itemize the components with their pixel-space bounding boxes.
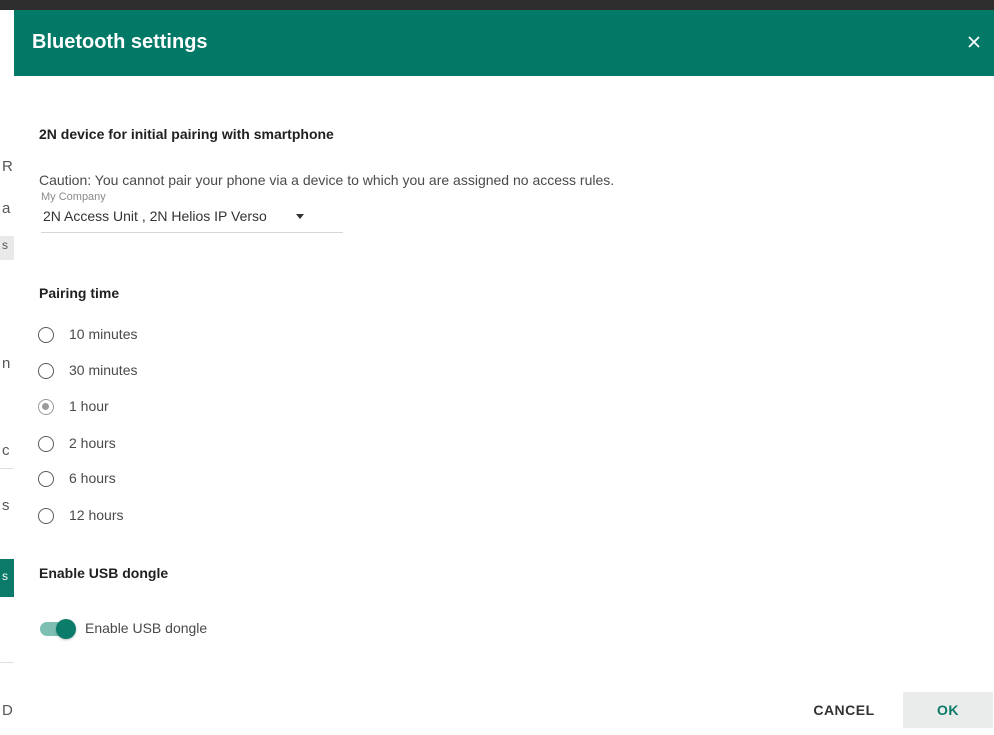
dialog-title: Bluetooth settings — [32, 31, 208, 53]
usb-dongle-section-title: Enable USB dongle — [39, 565, 169, 581]
radio-label: 10 minutes — [69, 326, 138, 342]
radio-button-selected[interactable] — [38, 399, 54, 415]
usb-dongle-toggle-label: Enable USB dongle — [85, 620, 208, 636]
ok-button[interactable]: OK — [903, 692, 993, 728]
background-divider — [0, 662, 14, 663]
pairing-device-section-title: 2N device for initial pairing with smart… — [39, 126, 334, 142]
radio-button[interactable] — [38, 508, 54, 524]
usb-dongle-toggle[interactable] — [40, 617, 78, 641]
radio-button[interactable] — [38, 363, 54, 379]
background-divider — [0, 468, 14, 469]
background-text-fragment: s — [2, 238, 8, 252]
radio-button[interactable] — [38, 436, 54, 452]
background-text-fragment: s — [2, 497, 10, 514]
radio-label: 1 hour — [69, 398, 109, 414]
background-text-fragment: c — [2, 442, 10, 459]
pairing-time-section-title: Pairing time — [39, 285, 120, 301]
radio-label: 12 hours — [69, 507, 124, 523]
cancel-button[interactable]: CANCEL — [799, 692, 889, 728]
background-top-bar — [0, 0, 994, 10]
background-text-fragment: s — [2, 569, 8, 583]
close-icon[interactable] — [962, 30, 986, 54]
background-text-fragment: D — [2, 702, 13, 719]
device-select[interactable]: 2N Access Unit , 2N Helios IP Verso — [41, 204, 343, 233]
background-text-fragment: n — [2, 355, 11, 372]
radio-label: 2 hours — [69, 435, 116, 451]
radio-label: 6 hours — [69, 470, 116, 486]
radio-label: 30 minutes — [69, 362, 138, 378]
radio-button[interactable] — [38, 327, 54, 343]
background-text-fragment: a — [2, 200, 11, 217]
toggle-thumb — [56, 619, 76, 639]
device-select-label: My Company — [41, 191, 106, 203]
background-page-edge: R a s n c s s D — [0, 10, 15, 735]
background-text-fragment: R — [2, 158, 13, 175]
radio-button[interactable] — [38, 471, 54, 487]
device-select-value: 2N Access Unit , 2N Helios IP Verso — [43, 208, 267, 224]
dropdown-arrow-icon — [296, 214, 304, 219]
caution-text: Caution: You cannot pair your phone via … — [39, 172, 615, 188]
bluetooth-settings-dialog: Bluetooth settings 2N device for initial… — [14, 10, 994, 735]
dialog-header: Bluetooth settings — [14, 10, 994, 76]
